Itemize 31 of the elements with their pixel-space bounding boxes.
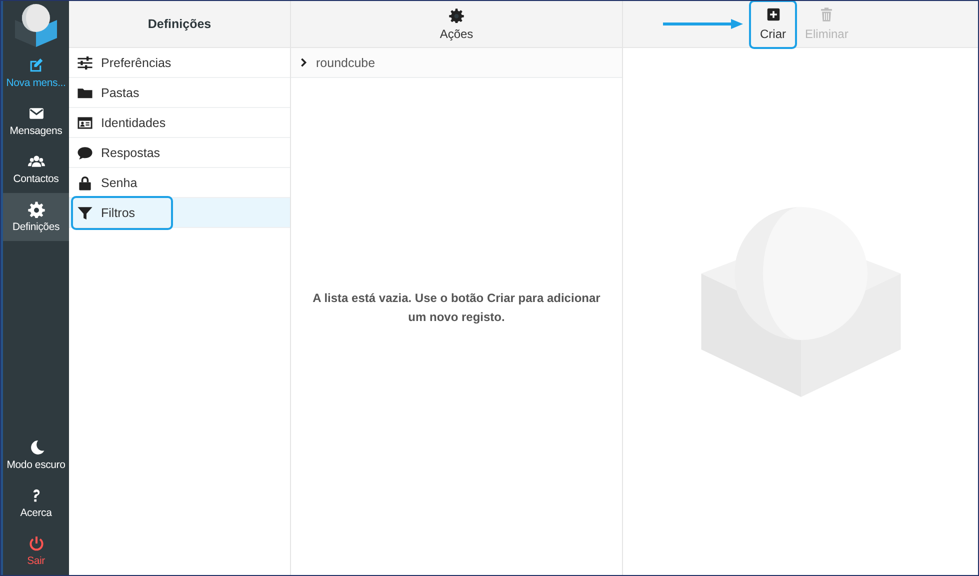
envelope-icon (28, 105, 44, 122)
toolbar-button[interactable]: Criar (751, 3, 795, 45)
nav-button[interactable]: Contactos (3, 145, 69, 193)
edit-icon (28, 57, 44, 74)
settings-item[interactable]: Respostas (69, 138, 290, 168)
speech-bubble-icon (77, 144, 93, 160)
nav-button[interactable]: Acerca (3, 479, 69, 527)
lock-icon (77, 174, 93, 190)
settings-item[interactable]: Preferências (69, 48, 290, 78)
nav-button[interactable]: Nova mens... (3, 49, 69, 97)
filter-icon (77, 204, 93, 220)
nav-button[interactable]: Modo escuro (3, 431, 69, 479)
settings-item[interactable]: Identidades (69, 108, 290, 138)
actions-button[interactable]: Ações (440, 8, 474, 40)
filter-set-item[interactable]: roundcube (291, 48, 622, 78)
nav-button[interactable]: Mensagens (3, 97, 69, 145)
nav-button[interactable]: Definições (3, 193, 69, 241)
settings-icon (28, 201, 44, 218)
sliders-icon (77, 54, 93, 70)
nav-button[interactable]: Sair (3, 527, 69, 575)
panel-title: Definições (148, 17, 212, 31)
id-card-icon (77, 114, 93, 130)
settings-item[interactable]: Pastas (69, 78, 290, 108)
settings-icon (448, 8, 464, 22)
trash-icon (819, 7, 834, 22)
people-icon (28, 153, 44, 170)
settings-item[interactable]: Filtros (69, 198, 290, 228)
add-icon (766, 7, 780, 22)
power-icon (28, 535, 44, 552)
empty-list-message: A lista está vazia. Use o botão Criar para adicionar um novo registo. (312, 290, 602, 326)
logo-icon[interactable] (13, 2, 59, 48)
